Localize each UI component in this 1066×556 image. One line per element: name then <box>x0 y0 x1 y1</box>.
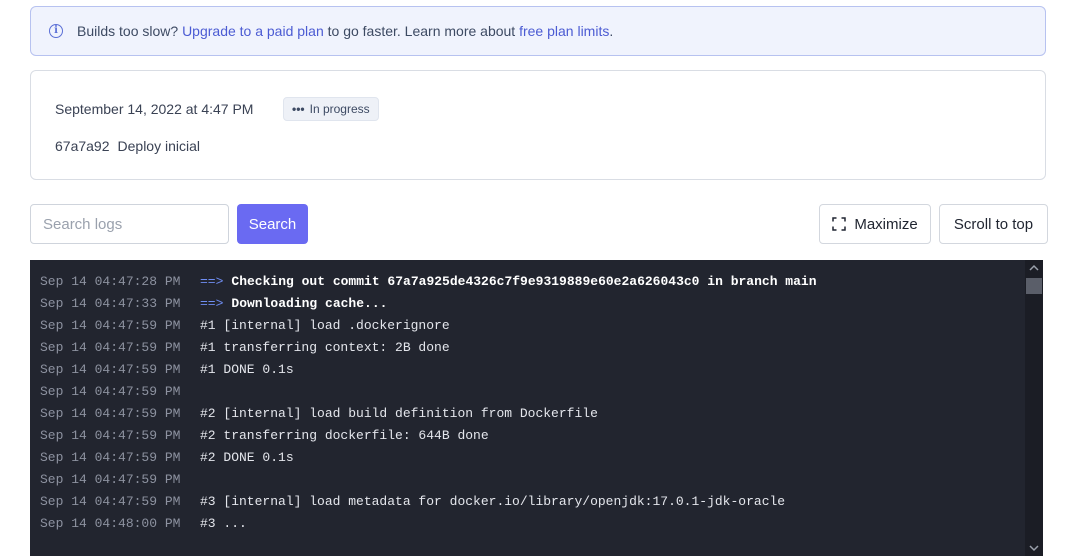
commit-hash[interactable]: 67a7a92 <box>55 138 110 154</box>
log-scrollbar[interactable] <box>1025 260 1043 556</box>
deploy-card: September 14, 2022 at 4:47 PM ••• In pro… <box>30 70 1046 180</box>
maximize-icon <box>832 217 847 231</box>
log-panel[interactable]: Sep 14 04:47:28 PM ==> Checking out commit… <box>30 260 1043 556</box>
log-timestamp: Sep 14 04:47:59 PM <box>40 494 181 509</box>
commit-message: Deploy inicial <box>117 138 200 154</box>
log-line: Sep 14 04:47:59 PM #1 DONE 0.1s <box>40 359 1023 381</box>
log-timestamp: Sep 14 04:47:59 PM <box>40 406 181 421</box>
banner-suffix: . <box>609 23 614 39</box>
log-timestamp: Sep 14 04:47:59 PM <box>40 472 181 487</box>
log-arrow-icon: ==> <box>200 296 224 311</box>
deploy-date: September 14, 2022 at 4:47 PM <box>55 101 254 117</box>
free-plan-limits-link[interactable]: free plan limits <box>519 23 609 39</box>
log-arrow-icon: ==> <box>200 274 224 289</box>
commit-line: 67a7a92 Deploy inicial <box>55 138 200 154</box>
log-message: Downloading cache... <box>231 296 388 311</box>
banner-middle: to go faster. Learn more about <box>327 23 516 39</box>
log-message: #2 [internal] load build definition from… <box>200 406 598 421</box>
log-lines: Sep 14 04:47:28 PM ==> Checking out commit… <box>40 271 1023 535</box>
log-line: Sep 14 04:47:59 PM #2 [internal] load bui… <box>40 403 1023 425</box>
log-line: Sep 14 04:47:59 PM #2 transferring docker… <box>40 425 1023 447</box>
upgrade-banner: i Builds too slow? Upgrade to a paid pla… <box>30 6 1046 56</box>
log-line: Sep 14 04:47:59 PM <box>40 469 1023 491</box>
banner-prefix: Builds too slow? <box>77 23 179 39</box>
info-icon: i <box>49 24 63 38</box>
log-line: Sep 14 04:47:59 PM #3 [internal] load met… <box>40 491 1023 513</box>
scroll-up-arrow-icon[interactable] <box>1029 264 1039 272</box>
log-message: #3 [internal] load metadata for docker.i… <box>200 494 786 509</box>
log-line: Sep 14 04:47:59 PM #1 [internal] load .do… <box>40 315 1023 337</box>
log-line: Sep 14 04:47:59 PM #1 transferring contex… <box>40 337 1023 359</box>
log-message: #3 ... <box>200 516 247 531</box>
log-message: #1 [internal] load .dockerignore <box>200 318 450 333</box>
status-badge: ••• In progress <box>283 97 379 121</box>
log-timestamp: Sep 14 04:47:59 PM <box>40 428 181 443</box>
log-timestamp: Sep 14 04:47:33 PM <box>40 296 181 311</box>
search-logs-input[interactable] <box>30 204 229 244</box>
status-label: In progress <box>309 102 370 116</box>
log-message: #1 transferring context: 2B done <box>200 340 450 355</box>
log-timestamp: Sep 14 04:48:00 PM <box>40 516 181 531</box>
maximize-label: Maximize <box>854 215 918 233</box>
log-message: #2 DONE 0.1s <box>200 450 294 465</box>
log-line: Sep 14 04:47:59 PM <box>40 381 1023 403</box>
log-timestamp: Sep 14 04:47:59 PM <box>40 450 181 465</box>
ellipsis-icon: ••• <box>292 102 305 116</box>
log-message: Checking out commit 67a7a925de4326c7f9e9… <box>231 274 817 289</box>
log-line: Sep 14 04:47:33 PM ==> Downloading cache..… <box>40 293 1023 315</box>
log-timestamp: Sep 14 04:47:59 PM <box>40 362 181 377</box>
log-timestamp: Sep 14 04:47:28 PM <box>40 274 181 289</box>
log-timestamp: Sep 14 04:47:59 PM <box>40 384 181 399</box>
log-message: #1 DONE 0.1s <box>200 362 294 377</box>
scrollbar-thumb[interactable] <box>1026 278 1042 294</box>
log-line: Sep 14 04:47:28 PM ==> Checking out commit… <box>40 271 1023 293</box>
log-timestamp: Sep 14 04:47:59 PM <box>40 340 181 355</box>
log-message: #2 transferring dockerfile: 644B done <box>200 428 489 443</box>
log-line: Sep 14 04:48:00 PM #3 ... <box>40 513 1023 535</box>
maximize-button[interactable]: Maximize <box>819 204 931 244</box>
scroll-down-arrow-icon[interactable] <box>1029 544 1039 552</box>
log-line: Sep 14 04:47:59 PM #2 DONE 0.1s <box>40 447 1023 469</box>
scroll-to-top-button[interactable]: Scroll to top <box>939 204 1048 244</box>
log-timestamp: Sep 14 04:47:59 PM <box>40 318 181 333</box>
upgrade-link[interactable]: Upgrade to a paid plan <box>182 23 324 39</box>
search-button[interactable]: Search <box>237 204 308 244</box>
